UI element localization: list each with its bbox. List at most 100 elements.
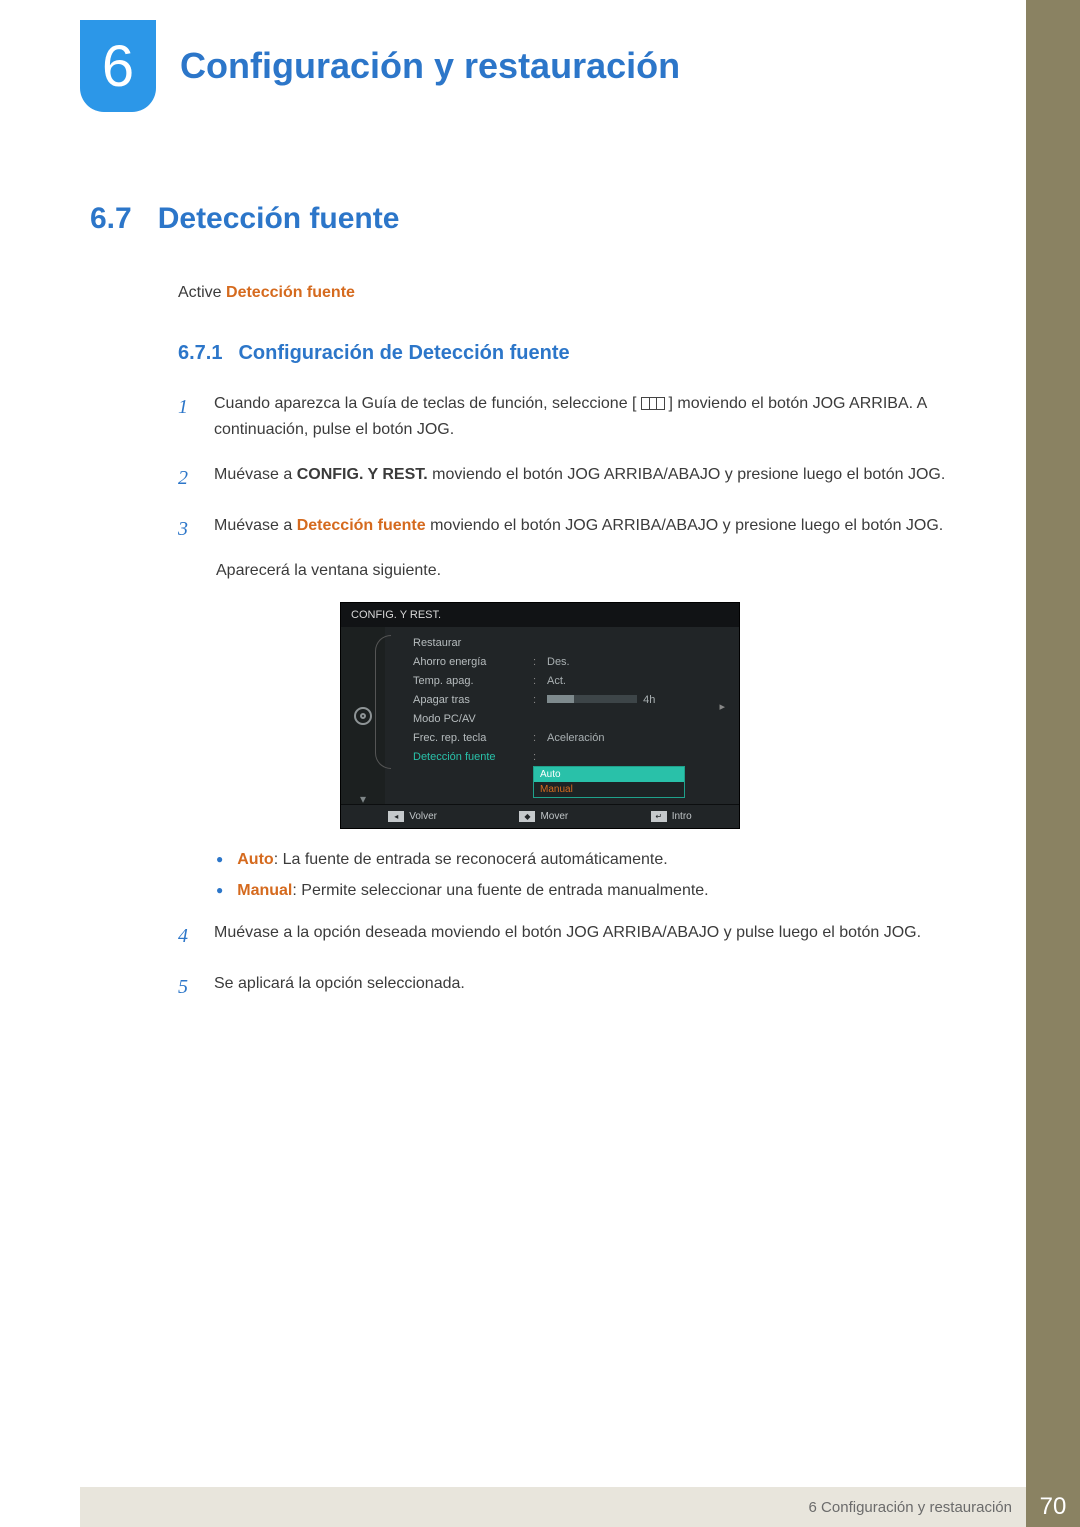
osd-panel: CONFIG. Y REST. ▾ Restaurar Ahorro energ…: [340, 602, 740, 829]
right-accent-band: [1026, 0, 1080, 1527]
step-body: Se aplicará la opción seleccionada.: [214, 971, 990, 1004]
osd-dropdown: Auto Manual: [533, 766, 685, 798]
section-heading: 6.7 Detección fuente: [90, 202, 990, 236]
osd-footer: ◂ Volver ◆ Mover ↵ Intro: [341, 804, 739, 828]
step-number: 2: [178, 462, 196, 495]
bullet-body: Manual: Permite seleccionar una fuente d…: [237, 876, 708, 906]
step-number: 5: [178, 971, 196, 1004]
step2-strong: CONFIG. Y REST.: [297, 466, 428, 483]
osd-label: Temp. apag.: [413, 675, 533, 687]
enter-key-icon: ↵: [651, 811, 667, 822]
bullet-manual: ● Manual: Permite seleccionar una fuente…: [216, 876, 990, 906]
chevron-right-icon: ▸: [719, 700, 725, 713]
step3-em: Detección fuente: [297, 517, 426, 534]
step3-trailing: Aparecerá la ventana siguiente.: [216, 558, 990, 584]
step2-a: Muévase a: [214, 466, 297, 483]
osd-footer-label: Mover: [540, 811, 568, 822]
osd-footer-mover: ◆ Mover: [519, 811, 568, 822]
osd-row-apagar: Apagar tras: 4h▸: [393, 690, 731, 709]
osd-label: Frec. rep. tecla: [413, 732, 533, 744]
osd-label: Ahorro energía: [413, 656, 533, 668]
bullet-key: Auto: [237, 851, 273, 868]
osd-left-rail: ▾: [341, 627, 385, 804]
osd-value: 4h: [547, 694, 731, 706]
step-body: Muévase a CONFIG. Y REST. moviendo el bo…: [214, 462, 990, 495]
osd-screenshot: CONFIG. Y REST. ▾ Restaurar Ahorro energ…: [90, 602, 990, 829]
chapter-number-badge: 6: [80, 20, 156, 112]
step-body: Muévase a la opción deseada moviendo el …: [214, 920, 990, 953]
chapter-title: Configuración y restauración: [180, 45, 680, 87]
page-content: 6.7 Detección fuente Active Detección fu…: [0, 112, 1080, 1004]
osd-label: Detección fuente: [413, 751, 533, 763]
osd-footer-intro: ↵ Intro: [651, 811, 692, 822]
move-key-icon: ◆: [519, 811, 535, 822]
osd-footer-label: Volver: [409, 811, 437, 822]
step-2: 2 Muévase a CONFIG. Y REST. moviendo el …: [178, 462, 990, 495]
menu-icon: [641, 397, 665, 410]
footer-text: 6 Configuración y restauración: [809, 1499, 1012, 1516]
osd-label: Apagar tras: [413, 694, 533, 706]
step3-b: moviendo el botón JOG ARRIBA/ABAJO y pre…: [426, 517, 944, 534]
osd-row-temp: Temp. apag.:Act.: [393, 671, 731, 690]
chevron-down-icon: ▾: [360, 792, 366, 806]
bullet-text: : Permite seleccionar una fuente de entr…: [292, 882, 708, 899]
section-number: 6.7: [90, 202, 132, 236]
osd-row-ahorro: Ahorro energía:Des.: [393, 652, 731, 671]
subsection-number: 6.7.1: [178, 342, 222, 365]
intro-line: Active Detección fuente: [178, 284, 990, 302]
osd-value: Act.: [547, 675, 731, 687]
step1-a: Cuando aparezca la Guía de teclas de fun…: [214, 395, 637, 412]
osd-label: Restaurar: [413, 637, 533, 649]
bullet-body: Auto: La fuente de entrada se reconocerá…: [237, 845, 667, 875]
option-bullets: ● Auto: La fuente de entrada se reconoce…: [216, 845, 990, 906]
osd-arc: [375, 635, 391, 769]
intro-em: Detección fuente: [226, 284, 355, 301]
osd-body: ▾ Restaurar Ahorro energía:Des. Temp. ap…: [341, 627, 739, 804]
osd-row-restaurar: Restaurar: [393, 633, 731, 652]
osd-colon: :: [533, 675, 547, 687]
step-1: 1 Cuando aparezca la Guía de teclas de f…: [178, 391, 990, 444]
gear-icon: [354, 707, 372, 725]
osd-title: CONFIG. Y REST.: [341, 603, 739, 627]
bullet-auto: ● Auto: La fuente de entrada se reconoce…: [216, 845, 990, 875]
chapter-header: 6 Configuración y restauración: [0, 0, 1080, 112]
intro-pre: Active: [178, 284, 226, 301]
osd-footer-label: Intro: [672, 811, 692, 822]
osd-list: Restaurar Ahorro energía:Des. Temp. apag…: [385, 627, 739, 804]
osd-footer-volver: ◂ Volver: [388, 811, 437, 822]
footer-bar: 6 Configuración y restauración: [80, 1487, 1026, 1527]
page-number: 70: [1026, 1487, 1080, 1527]
step-3: 3 Muévase a Detección fuente moviendo el…: [178, 513, 990, 546]
step-4: 4 Muévase a la opción deseada moviendo e…: [178, 920, 990, 953]
step-number: 3: [178, 513, 196, 546]
bullet-dot-icon: ●: [216, 876, 223, 906]
bullet-key: Manual: [237, 882, 292, 899]
osd-label: Modo PC/AV: [413, 713, 533, 725]
bullet-dot-icon: ●: [216, 845, 223, 875]
subsection-title: Configuración de Detección fuente: [238, 342, 569, 365]
osd-option-auto: Auto: [534, 767, 684, 782]
osd-row-source: Detección fuente:: [393, 747, 731, 766]
subsection-heading: 6.7.1 Configuración de Detección fuente: [178, 342, 990, 365]
osd-colon: :: [533, 656, 547, 668]
osd-colon: :: [533, 694, 547, 706]
step-5: 5 Se aplicará la opción seleccionada.: [178, 971, 990, 1004]
return-key-icon: ◂: [388, 811, 404, 822]
section-title: Detección fuente: [158, 202, 400, 236]
step-body: Cuando aparezca la Guía de teclas de fun…: [214, 391, 990, 444]
osd-value: Aceleración: [547, 732, 731, 744]
osd-row-frec: Frec. rep. tecla:Aceleración: [393, 728, 731, 747]
step2-b: moviendo el botón JOG ARRIBA/ABAJO y pre…: [428, 466, 946, 483]
bullet-text: : La fuente de entrada se reconocerá aut…: [274, 851, 668, 868]
page-footer: 6 Configuración y restauración 70: [0, 1487, 1080, 1527]
osd-colon: :: [533, 751, 547, 763]
osd-slider-val: 4h: [643, 694, 655, 706]
osd-slider: [547, 695, 637, 703]
osd-row-modo: Modo PC/AV: [393, 709, 731, 728]
step-body: Muévase a Detección fuente moviendo el b…: [214, 513, 990, 546]
osd-value: Des.: [547, 656, 731, 668]
osd-option-manual: Manual: [534, 782, 684, 797]
step-number: 1: [178, 391, 196, 444]
osd-colon: :: [533, 732, 547, 744]
step3-a: Muévase a: [214, 517, 297, 534]
